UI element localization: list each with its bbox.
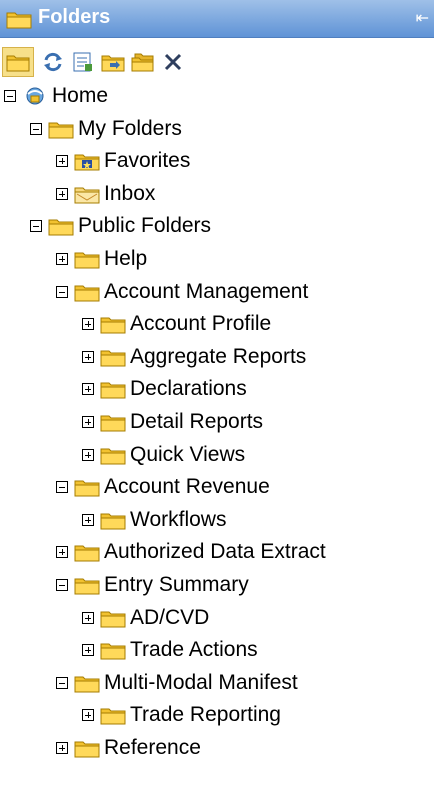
folder-icon: [100, 313, 128, 335]
move-folder-icon[interactable]: [100, 49, 126, 75]
tree-item[interactable]: Account Management: [56, 276, 308, 308]
expand-icon[interactable]: [82, 383, 94, 396]
tree-item[interactable]: Home: [4, 80, 108, 112]
expand-icon[interactable]: [56, 253, 68, 265]
tree-item[interactable]: Account Revenue: [56, 471, 270, 503]
expand-icon[interactable]: [82, 513, 94, 526]
tree-item-label: Reference: [104, 736, 201, 759]
expand-icon[interactable]: [56, 742, 68, 754]
expand-icon[interactable]: [56, 187, 68, 200]
expand-icon[interactable]: [82, 350, 94, 363]
folder-icon: [100, 607, 128, 629]
collapse-icon[interactable]: [4, 90, 16, 102]
tree-item-label: Aggregate Reports: [130, 344, 307, 368]
collapse-icon[interactable]: [56, 676, 68, 689]
tree-item[interactable]: Help: [56, 243, 147, 275]
folder-icon: [74, 737, 102, 759]
folder-icon: [6, 9, 32, 34]
collapse-icon[interactable]: [56, 285, 68, 298]
tree-item[interactable]: Multi-Modal Manifest: [56, 667, 298, 699]
tree-item-label: Quick Views: [130, 442, 246, 466]
tree-item-label: Trade Reporting: [130, 703, 281, 727]
folder-icon: [74, 476, 102, 498]
folder-icon: [74, 574, 102, 596]
expand-icon[interactable]: [82, 611, 94, 624]
folder-icon: [100, 509, 128, 531]
expand-icon[interactable]: [82, 644, 94, 657]
tree-item-label: Authorized Data Extract: [104, 540, 326, 564]
folder-icon: [100, 639, 128, 661]
tree-item[interactable]: Trade Actions: [82, 634, 258, 666]
tree-item[interactable]: Authorized Data Extract: [56, 536, 326, 568]
folder-icon: [100, 444, 128, 466]
folder-icon: [100, 346, 128, 368]
tree-item-label: Home: [52, 84, 109, 107]
expand-icon[interactable]: [56, 155, 68, 168]
copy-folder-icon[interactable]: [130, 49, 156, 75]
folder-icon: [74, 248, 102, 270]
tree-item-label: Account Management: [104, 279, 309, 303]
folders-panel: Folders ⇤ Home My Folders Favorites Inbo…: [0, 0, 434, 812]
expand-icon[interactable]: [82, 709, 94, 722]
tree-item[interactable]: Declarations: [82, 373, 247, 405]
tree-item-label: Help: [104, 247, 148, 270]
folder-icon: [74, 672, 102, 694]
collapse-icon[interactable]: [56, 579, 68, 591]
tree-item-label: My Folders: [78, 116, 182, 140]
tree-item-label: Favorites: [104, 149, 191, 173]
folder-icon: [74, 541, 102, 563]
tree-item-label: Detail Reports: [130, 410, 264, 433]
tree-item[interactable]: Account Profile: [82, 308, 271, 340]
expand-icon[interactable]: [82, 318, 94, 331]
home-icon: [22, 85, 50, 107]
tree-item-label: Account Revenue: [104, 475, 270, 499]
folder-icon: [100, 704, 128, 726]
tree-item-label: Workflows: [130, 507, 227, 531]
tree-item-label: Account Profile: [130, 312, 272, 336]
delete-icon[interactable]: [160, 49, 186, 75]
tree-item[interactable]: Entry Summary: [56, 569, 249, 601]
tree-item[interactable]: Reference: [56, 732, 201, 764]
tree-item[interactable]: Trade Reporting: [82, 699, 281, 731]
folder-view-icon[interactable]: [2, 47, 34, 77]
expand-icon[interactable]: [82, 416, 94, 428]
tree-item-label: Inbox: [104, 181, 156, 205]
tree-item-label: Multi-Modal Manifest: [104, 670, 298, 694]
expand-icon[interactable]: [56, 546, 68, 559]
tree-item[interactable]: Aggregate Reports: [82, 341, 306, 373]
folder-icon: [100, 378, 128, 400]
tree-item-label: Public Folders: [78, 214, 212, 238]
folder-icon: [48, 118, 76, 140]
refresh-icon[interactable]: [40, 49, 66, 75]
expand-icon[interactable]: [82, 448, 94, 461]
panel-title: Folders: [38, 6, 111, 28]
panel-header: Folders ⇤: [0, 0, 434, 38]
folder-tree: Home My Folders Favorites Inbox Public Folde…: [0, 80, 434, 812]
tree-item[interactable]: My Folders: [30, 113, 182, 145]
tree-item[interactable]: Detail Reports: [82, 406, 263, 438]
folder-icon: [100, 411, 128, 433]
folder-icon: [74, 281, 102, 303]
favorites-folder-icon: [74, 150, 102, 172]
tree-item-label: Entry Summary: [104, 573, 249, 596]
tree-item-label: Trade Actions: [130, 638, 258, 662]
collapse-icon[interactable]: [30, 220, 42, 233]
folder-icon: [48, 215, 76, 237]
collapse-icon[interactable]: [56, 481, 68, 494]
collapse-icon[interactable]: [30, 122, 42, 135]
tree-item[interactable]: Inbox: [56, 178, 155, 210]
tree-item-label: Declarations: [130, 377, 247, 401]
tree-item[interactable]: Workflows: [82, 504, 226, 536]
tree-item[interactable]: Public Folders: [30, 210, 211, 242]
tree-item-label: AD/CVD: [130, 605, 210, 629]
tree-item[interactable]: Quick Views: [82, 439, 245, 471]
inbox-icon: [74, 183, 102, 205]
tree-item[interactable]: Favorites: [56, 145, 190, 177]
toolbar: [0, 45, 434, 79]
collapse-panel-icon[interactable]: ⇤: [416, 9, 429, 29]
tree-item[interactable]: AD/CVD: [82, 602, 209, 634]
properties-icon[interactable]: [70, 49, 96, 75]
